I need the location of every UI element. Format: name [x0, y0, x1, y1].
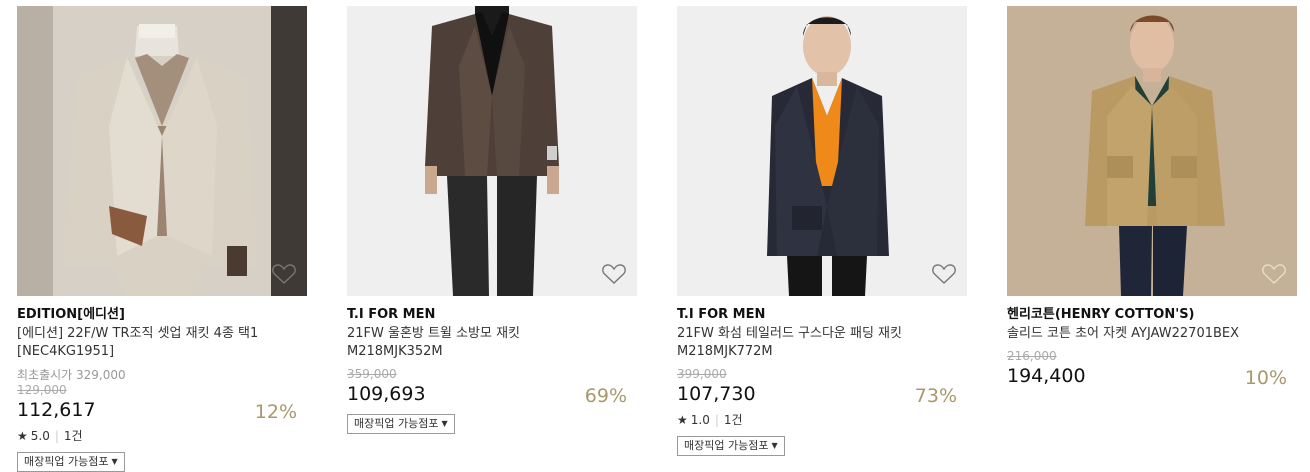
product-card[interactable]: EDITION[에디션] [에디션] 22F/W TR조직 셋업 재킷 4종 택…: [17, 6, 307, 472]
product-code[interactable]: [NEC4KG1951]: [17, 343, 307, 361]
caret-down-icon: ▼: [111, 457, 118, 466]
original-price: 129,000: [17, 383, 67, 397]
product-brand[interactable]: T.I FOR MEN: [677, 307, 967, 323]
rating: ★ 5.0 | 1건: [17, 428, 307, 444]
discount-rate: 73%: [914, 385, 957, 407]
product-grid: EDITION[에디션] [에디션] 22F/W TR조직 셋업 재킷 4종 택…: [0, 0, 1310, 472]
rating: ★ 1.0 | 1건: [677, 412, 967, 428]
store-pickup-label: 매장픽업 가능점포: [684, 439, 769, 452]
product-brand[interactable]: EDITION[에디션]: [17, 307, 307, 323]
product-brand[interactable]: 헨리코튼(HENRY COTTON'S): [1007, 307, 1297, 323]
product-name[interactable]: 솔리드 코튼 초어 자켓 AYJAW22701BEX: [1007, 325, 1297, 343]
product-image[interactable]: [17, 6, 307, 296]
store-pickup-label: 매장픽업 가능점포: [24, 455, 109, 468]
heart-outline-icon[interactable]: [1261, 262, 1287, 286]
product-card[interactable]: T.I FOR MEN 21FW 화섬 테일러드 구스다운 패딩 재킷 M218…: [677, 6, 967, 456]
sale-price: 109,693: [347, 383, 426, 405]
sale-price: 194,400: [1007, 365, 1086, 387]
discount-rate: 12%: [254, 401, 297, 423]
product-name[interactable]: 21FW 화섬 테일러드 구스다운 패딩 재킷: [677, 325, 967, 343]
store-pickup-label: 매장픽업 가능점포: [354, 417, 439, 430]
product-name[interactable]: [에디션] 22F/W TR조직 셋업 재킷 4종 택1: [17, 325, 307, 343]
store-pickup-button[interactable]: 매장픽업 가능점포 ▼: [347, 414, 455, 434]
discount-rate: 69%: [584, 385, 627, 407]
star-icon: ★: [17, 429, 28, 443]
heart-outline-icon[interactable]: [931, 262, 957, 286]
product-card[interactable]: 헨리코튼(HENRY COTTON'S) 솔리드 코튼 초어 자켓 AYJAW2…: [1007, 6, 1297, 389]
first-release-price: 최초출시가 329,000: [17, 368, 126, 382]
original-price: 359,000: [347, 367, 397, 381]
product-photo: [347, 6, 637, 296]
product-card[interactable]: T.I FOR MEN 21FW 울혼방 트윌 소방모 재킷 M218MJK35…: [347, 6, 637, 434]
product-code[interactable]: M218MJK352M: [347, 343, 637, 361]
heart-outline-icon[interactable]: [271, 262, 297, 286]
store-pickup-button[interactable]: 매장픽업 가능점포 ▼: [677, 436, 785, 456]
divider: |: [54, 429, 59, 443]
product-name[interactable]: 21FW 울혼방 트윌 소방모 재킷: [347, 325, 637, 343]
caret-down-icon: ▼: [771, 441, 778, 450]
product-image[interactable]: [1007, 6, 1297, 296]
sale-price: 107,730: [677, 383, 756, 405]
discount-rate: 10%: [1244, 367, 1287, 389]
review-count: 1건: [723, 413, 743, 427]
product-image[interactable]: [347, 6, 637, 296]
star-icon: ★: [677, 413, 688, 427]
product-photo: [1007, 6, 1297, 296]
rating-value: 5.0: [30, 429, 50, 443]
product-photo: [677, 6, 967, 296]
rating-value: 1.0: [690, 413, 710, 427]
original-price: 399,000: [677, 367, 727, 381]
product-image[interactable]: [677, 6, 967, 296]
heart-outline-icon[interactable]: [601, 262, 627, 286]
review-count: 1건: [63, 429, 83, 443]
original-price: 216,000: [1007, 349, 1057, 363]
store-pickup-button[interactable]: 매장픽업 가능점포 ▼: [17, 452, 125, 472]
caret-down-icon: ▼: [441, 419, 448, 428]
product-brand[interactable]: T.I FOR MEN: [347, 307, 637, 323]
divider: |: [714, 413, 719, 427]
product-code[interactable]: M218MJK772M: [677, 343, 967, 361]
product-photo: [17, 6, 307, 296]
sale-price: 112,617: [17, 399, 96, 421]
